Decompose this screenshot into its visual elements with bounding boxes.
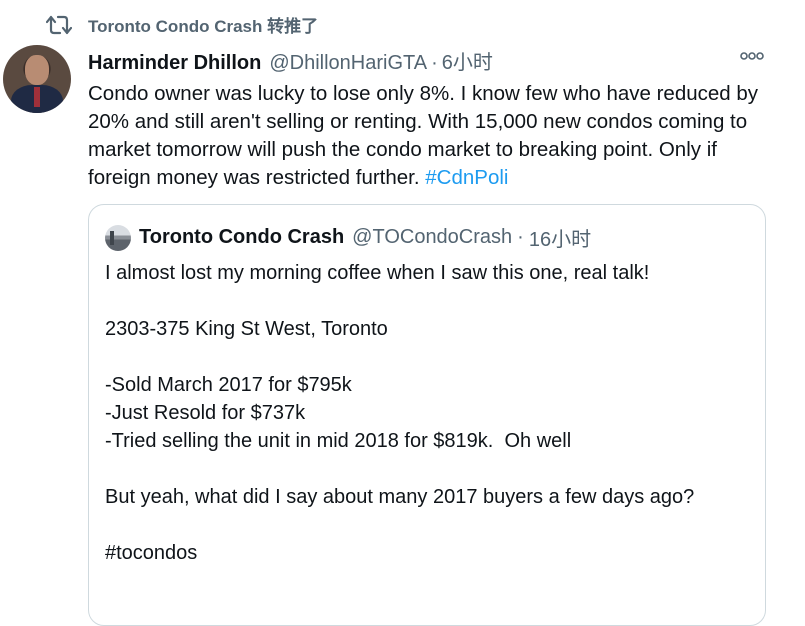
author-name[interactable]: Harminder Dhillon (88, 52, 261, 75)
quote-line (105, 511, 745, 539)
quote-time[interactable]: 16小时 (529, 223, 591, 252)
tweet-body: Condo owner was lucky to lose only 8%. I… (88, 82, 759, 189)
quote-line: 2303-375 King St West, Toronto (105, 318, 388, 340)
quote-separator: · (517, 226, 524, 248)
quote-avatar[interactable] (105, 224, 131, 251)
retweet-icon (46, 15, 72, 34)
header-separator: · (431, 52, 438, 74)
quote-line: -Tried selling the unit in mid 2018 for … (105, 430, 572, 452)
quote-line (105, 287, 745, 315)
avatar-face (25, 55, 49, 85)
quoted-tweet[interactable]: Toronto Condo Crash @TOCondoCrash · 16小时… (88, 204, 766, 626)
tweet-header: Harminder Dhillon @DhillonHariGTA · 6小时 (88, 46, 493, 75)
quote-author-name[interactable]: Toronto Condo Crash (139, 226, 344, 249)
author-handle[interactable]: @DhillonHariGTA (269, 52, 427, 75)
quote-line: #tocondos (105, 542, 198, 564)
quote-line: -Just Resold for $737k (105, 402, 306, 424)
quote-text: I almost lost my morning coffee when I s… (105, 259, 745, 567)
quote-line (105, 343, 745, 371)
tweet-text: Condo owner was lucky to lose only 8%. I… (88, 80, 778, 192)
more-icon[interactable] (738, 48, 766, 64)
quote-line: But yeah, what did I say about many 2017… (105, 486, 695, 508)
retweet-label: Toronto Condo Crash 转推了 (88, 17, 319, 36)
quote-line (105, 455, 745, 483)
retweet-context[interactable]: Toronto Condo Crash 转推了 (46, 12, 318, 37)
quote-line: -Sold March 2017 for $795k (105, 374, 352, 396)
quote-author-handle[interactable]: @TOCondoCrash (352, 226, 512, 249)
author-avatar[interactable] (3, 45, 71, 113)
avatar-tie (34, 87, 40, 107)
tweet-time[interactable]: 6小时 (442, 46, 493, 75)
quote-line: I almost lost my morning coffee when I s… (105, 262, 650, 284)
hashtag-link[interactable]: #CdnPoli (425, 166, 508, 189)
quote-header: Toronto Condo Crash @TOCondoCrash · 16小时 (105, 223, 591, 252)
